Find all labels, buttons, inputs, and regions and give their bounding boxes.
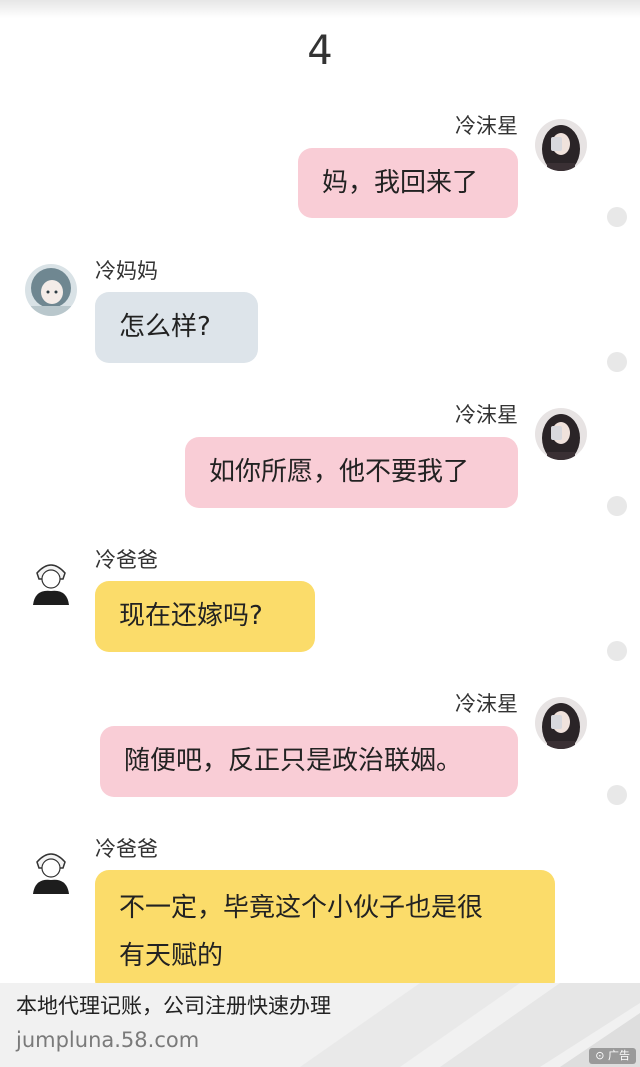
sender-name: 冷沫星 [455,403,518,427]
ad-badge-label: 广告 [608,1049,630,1062]
message-text: 如你所愿，他不要我了 [209,457,470,487]
sender-name: 冷沫星 [455,114,518,138]
message-text: 妈，我回来了 [322,168,479,198]
avatar-lengbaba[interactable] [25,842,77,894]
avatar-lengmoxing[interactable] [535,697,587,749]
ad-url: jumpluna.58.com [16,1028,200,1052]
message-bubble[interactable]: 现在还嫁吗? [95,581,315,652]
avatar-lengbaba[interactable] [25,553,77,605]
sender-name: 冷爸爸 [95,837,158,861]
message-text-line: 有天赋的 [119,941,224,971]
status-dot [607,785,627,805]
avatar-lengmoxing[interactable] [535,408,587,460]
status-bar [0,0,640,18]
boy-avatar-icon [25,553,77,605]
girl-avatar-icon [535,408,587,460]
message-bubble[interactable]: 怎么样? [95,292,258,363]
message-bubble[interactable]: 如你所愿，他不要我了 [185,437,518,508]
status-dot [607,641,627,661]
boy-avatar-icon [25,842,77,894]
message-text: 现在还嫁吗? [119,601,263,631]
girl-avatar-icon [535,119,587,171]
girl-avatar-icon [535,697,587,749]
sender-name: 冷爸爸 [95,548,158,572]
status-dot [607,496,627,516]
anime-girl-avatar-icon [25,264,77,316]
message-text-line: 不一定，毕竟这个小伙子也是很 [119,893,484,923]
ad-title: 本地代理记账，公司注册快速办理 [16,994,331,1018]
message-bubble[interactable]: 妈，我回来了 [298,148,518,218]
sender-name: 冷沫星 [455,692,518,716]
message-text: 怎么样? [119,312,211,342]
ad-badge-icon: ⊙ [595,1049,605,1062]
ad-badge[interactable]: ⊙ 广告 [589,1048,636,1064]
status-dot [607,352,627,372]
message-text: 随便吧，反正只是政治联姻。 [124,746,463,776]
sender-name: 冷妈妈 [95,259,158,283]
page-number: 4 [307,28,333,74]
avatar-lengmoxing[interactable] [535,119,587,171]
ad-banner[interactable]: 本地代理记账，公司注册快速办理 jumpluna.58.com ⊙ 广告 [0,983,640,1067]
avatar-lengmama[interactable] [25,264,77,316]
status-dot [607,207,627,227]
message-bubble[interactable]: 随便吧，反正只是政治联姻。 [100,726,518,797]
message-bubble[interactable]: 不一定，毕竟这个小伙子也是很 有天赋的 [95,870,555,994]
